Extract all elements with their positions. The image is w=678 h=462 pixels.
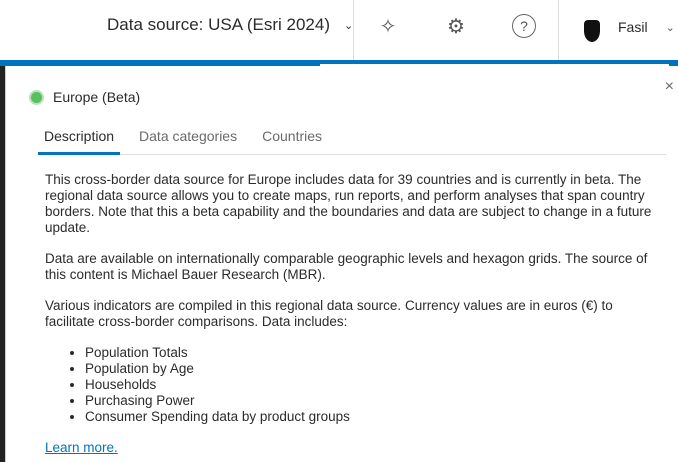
close-icon[interactable]: × — [665, 78, 674, 96]
avatar — [576, 10, 610, 44]
paragraph: This cross-border data source for Europe… — [45, 172, 652, 235]
user-menu[interactable]: Fasil ⌄ — [576, 10, 675, 44]
list-item: Population by Age — [85, 361, 665, 377]
data-list: Population Totals Population by Age Hous… — [85, 345, 665, 425]
divider — [558, 0, 559, 60]
paragraph: Various indicators are compiled in this … — [45, 298, 613, 329]
panel-title-text: Europe (Beta) — [53, 89, 141, 105]
learn-more-link[interactable]: Learn more. — [45, 440, 118, 455]
divider — [353, 0, 354, 60]
chevron-down-icon: ⌄ — [665, 21, 675, 34]
panel-title: Europe (Beta) — [29, 89, 140, 105]
tab-bar: Description Data categories Countries — [38, 128, 666, 155]
app-header: Data source: USA (Esri 2024) ⌄ ✧ ⚙ ? Fasi… — [0, 0, 678, 60]
help-icon[interactable]: ? — [512, 14, 536, 38]
list-item: Population Totals — [85, 345, 665, 361]
user-name: Fasil — [618, 19, 648, 35]
data-source-dropdown[interactable]: Data source: USA (Esri 2024) ⌄ — [107, 15, 353, 35]
tab-data-categories[interactable]: Data categories — [133, 128, 243, 155]
tab-countries[interactable]: Countries — [256, 128, 328, 155]
data-source-info-panel: × Europe (Beta) Description Data categor… — [5, 66, 678, 462]
sparkle-icon[interactable]: ✧ — [376, 14, 400, 38]
data-source-label: Data source: USA (Esri 2024) — [107, 15, 330, 34]
paragraph: Data are available on internationally co… — [45, 251, 648, 282]
gear-icon[interactable]: ⚙ — [444, 14, 468, 38]
list-item: Consumer Spending data by product groups — [85, 409, 665, 425]
list-item: Households — [85, 377, 665, 393]
list-item: Purchasing Power — [85, 393, 665, 409]
description-content: This cross-border data source for Europe… — [45, 172, 665, 456]
chevron-down-icon: ⌄ — [343, 19, 354, 32]
tab-description[interactable]: Description — [38, 128, 121, 155]
globe-icon — [29, 89, 44, 105]
